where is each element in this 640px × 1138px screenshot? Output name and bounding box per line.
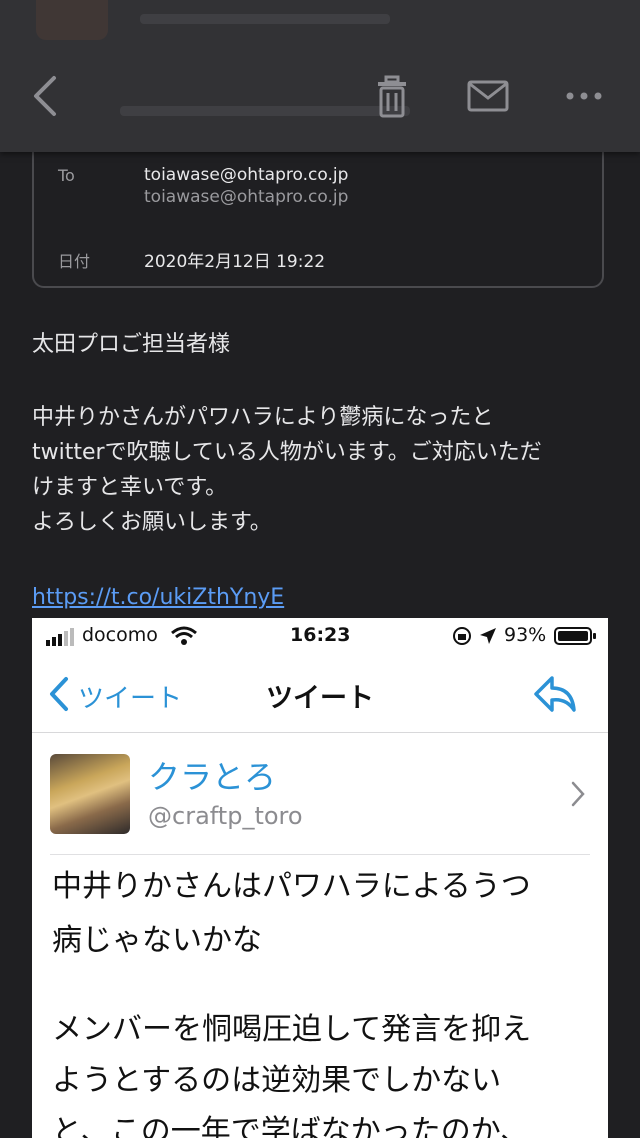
mail-toolbar (0, 0, 640, 152)
tweet-line-3: メンバーを恫喝圧迫して発言を抑え (52, 1012, 532, 1047)
faded-subject-line (120, 106, 410, 116)
signal-icon (46, 628, 74, 646)
tweet-line-5: と、この一年で学ばなかったのか、 (52, 1114, 531, 1138)
user-handle[interactable]: @craftp_toro (148, 802, 303, 830)
user-display-name[interactable]: クラとろ (148, 752, 276, 798)
more-icon[interactable] (562, 72, 606, 120)
carrier-name: docomo (82, 624, 158, 646)
to-address-secondary: toiawase@ohtapro.co.jp (144, 187, 349, 207)
sender-avatar-faded (36, 0, 108, 40)
location-icon (480, 628, 496, 644)
reply-icon[interactable] (532, 672, 578, 716)
profile-divider (50, 854, 590, 855)
body-line-2: twitterで吹聴している人物がいます。ご対応いただ (32, 440, 542, 465)
body-line-1: 中井りかさんがパワハラにより鬱病になったと (32, 405, 494, 430)
mail-icon[interactable] (466, 72, 510, 120)
user-avatar[interactable] (50, 754, 130, 834)
embed-status-bar: docomo 16:23 93% (32, 618, 608, 654)
tweet-nav-bar: ツイート ツイート (32, 654, 608, 733)
date-label: 日付 (58, 252, 91, 271)
battery-icon (554, 627, 596, 645)
body-line-3: けますと幸いです。 (32, 475, 228, 500)
tweet-line-4: ようとするのは逆効果でしかない (52, 1063, 502, 1098)
greeting-text: 太田プロご担当者様 (32, 332, 231, 357)
body-line-4: よろしくお願いします。 (32, 510, 272, 535)
nav-title: ツイート (266, 683, 374, 714)
to-address[interactable]: toiawase@ohtapro.co.jp (144, 165, 348, 185)
trash-icon[interactable] (372, 72, 412, 120)
to-label: To (58, 166, 75, 185)
embedded-tweet-screenshot[interactable]: docomo 16:23 93% ツイート ツイート クラとろ @craftp_… (32, 618, 608, 1138)
tweet-link[interactable]: https://t.co/ukiZthYnyE (32, 585, 284, 610)
status-time: 16:23 (290, 624, 351, 646)
orientation-lock-icon (453, 627, 471, 645)
tweet-line-1: 中井りかさんはパワハラによるうつ (52, 869, 531, 904)
faded-sender-line (140, 14, 390, 24)
date-value: 2020年2月12日 19:22 (144, 252, 326, 272)
wifi-icon (171, 626, 197, 645)
tweet-line-2: 病じゃないかな (52, 923, 262, 958)
battery-percent: 93% (504, 624, 547, 646)
chevron-right-icon[interactable] (570, 780, 586, 808)
back-icon[interactable] (26, 72, 66, 120)
